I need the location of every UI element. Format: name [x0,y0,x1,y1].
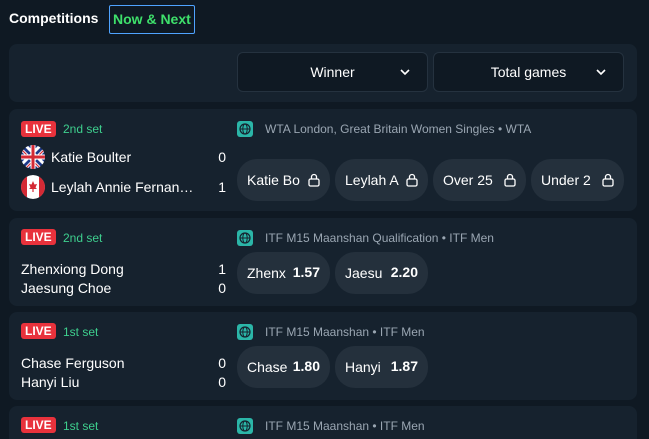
player-score: 0 [218,355,226,371]
match-card[interactable]: LIVE 2nd set ITF M15 Maanshan Qualificat… [9,218,637,306]
selection-label: Hanyi [345,359,381,375]
odds-button[interactable]: Katie Bo [237,159,330,201]
player-name: Jaesung Choe [21,280,112,296]
player-name: Zhenxiong Dong [21,261,124,277]
player-score: 0 [218,280,226,296]
player-name: Hanyi Liu [21,374,80,390]
live-badge: LIVE [21,229,56,245]
player-row: Jaesung Choe 0 [21,278,226,298]
selection-label: Leylah A [345,172,399,188]
selection-label: Over 25 [443,172,493,188]
chevron-down-icon [400,69,410,76]
player-row: Chase Ferguson 0 [21,353,226,373]
player-row: Katie Boulter 0 [21,145,226,169]
competition-name: ITF M15 Maanshan Qualification • ITF Men [265,231,494,245]
selection-label: Under 2 [541,172,591,188]
odds-button[interactable]: Jaesu 2.20 [335,252,428,294]
selection-label: Katie Bo [247,172,300,188]
player-score: 0 [218,374,226,390]
competition-name: WTA London, Great Britain Women Singles … [265,122,532,136]
live-badge: LIVE [21,417,56,433]
player-score: 1 [218,261,226,277]
odds-button[interactable]: Hanyi 1.87 [335,346,428,388]
selection-label: Chase [247,359,288,375]
competition-name: ITF M15 Maanshan • ITF Men [265,325,425,339]
set-label: 1st set [63,419,99,433]
dropdown-label: Winner [310,64,355,80]
odds-price: 2.20 [390,264,418,280]
odds-button[interactable]: Under 2 [531,159,624,201]
live-badge: LIVE [21,323,56,339]
odds-button[interactable]: Leylah A [335,159,428,201]
tab-bar: Competitions Now & Next [0,0,649,40]
player-score: 0 [218,149,226,165]
total-games-dropdown[interactable]: Total games [433,52,624,92]
player-row: Zhenxiong Dong 1 [21,259,226,279]
live-badge: LIVE [21,121,56,137]
chevron-down-icon [596,69,606,76]
competition-name: ITF M15 Maanshan • ITF Men [265,419,425,433]
odds-button[interactable]: Over 25 [433,159,526,201]
lock-icon [504,173,516,187]
odds-price: 1.87 [390,358,418,374]
tab-competitions[interactable]: Competitions [9,10,98,26]
set-label: 2nd set [63,122,103,136]
tab-now-next[interactable]: Now & Next [109,5,195,34]
globe-icon [237,121,253,137]
player-row: Leylah Annie Fernan… 1 [21,175,226,199]
selection-label: Jaesu [345,265,383,281]
match-card[interactable]: LIVE 1st set ITF M15 Maanshan • ITF Men … [9,312,637,400]
player-name: Chase Ferguson [21,355,125,371]
dropdown-label: Total games [490,64,567,80]
lock-icon [602,173,614,187]
market-header: Winner Total games [9,44,637,102]
globe-icon [237,324,253,340]
uk-flag-icon [21,145,45,169]
player-name: Katie Boulter [51,149,132,165]
set-label: 2nd set [63,231,103,245]
globe-icon [237,418,253,434]
canada-flag-icon [21,175,45,199]
lock-icon [308,173,320,187]
winner-dropdown[interactable]: Winner [237,52,428,92]
odds-button[interactable]: Zhenx 1.57 [237,252,330,294]
selection-label: Zhenx [247,265,286,281]
globe-icon [237,230,253,246]
set-label: 1st set [63,325,99,339]
match-card[interactable]: LIVE 1st set ITF M15 Maanshan • ITF Men [9,406,637,439]
player-row: Hanyi Liu 0 [21,372,226,392]
odds-button[interactable]: Chase 1.80 [237,346,330,388]
odds-price: 1.80 [292,358,320,374]
match-card[interactable]: LIVE 2nd set WTA London, Great Britain W… [9,109,637,211]
player-score: 1 [218,179,226,195]
lock-icon [406,173,418,187]
player-name: Leylah Annie Fernan… [51,179,194,195]
odds-price: 1.57 [292,264,320,280]
